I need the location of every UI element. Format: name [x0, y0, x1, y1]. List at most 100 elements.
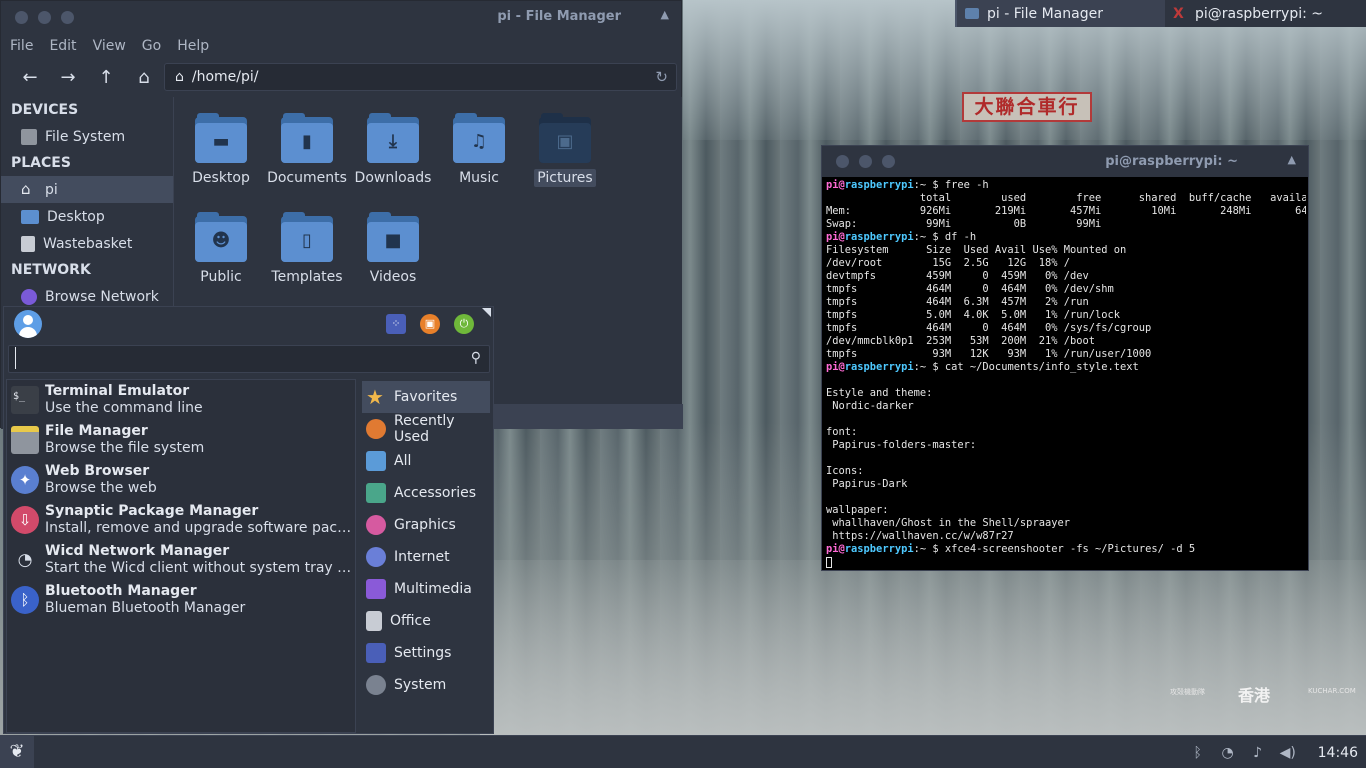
up-arrow-icon[interactable]: ↑ [87, 62, 125, 92]
volume-icon[interactable]: ◀) [1280, 745, 1296, 761]
window-menu-arrow-icon[interactable]: ▲ [1288, 153, 1296, 166]
app-terminal-emulator[interactable]: $_ Terminal Emulator Use the command line [7, 380, 355, 420]
reload-icon[interactable]: ↻ [655, 68, 668, 86]
category-label: Settings [394, 645, 452, 661]
folder-downloads[interactable]: ⤓ Downloads [350, 97, 436, 193]
folder-icon: ♫ [453, 113, 505, 163]
category-recently-used[interactable]: Recently Used [362, 413, 490, 445]
terminal-prompt-line: pi@raspberrypi:~ $ cat ~/Documents/info_… [826, 361, 1139, 373]
folder-icon: ▣ [539, 113, 591, 163]
folder-templates[interactable]: ▯ Templates [264, 196, 350, 292]
back-arrow-icon[interactable]: ← [11, 62, 49, 92]
close-button[interactable] [836, 155, 849, 168]
folder-music[interactable]: ♫ Music [436, 97, 522, 193]
file-manager-titlebar[interactable]: pi - File Manager ▲ [1, 1, 681, 33]
multimedia-icon [366, 579, 386, 599]
home-icon[interactable]: ⌂ [125, 62, 163, 92]
file-manager-icon [11, 426, 39, 454]
sidebar-item-pi[interactable]: ⌂ pi [1, 176, 173, 203]
category-multimedia[interactable]: Multimedia [362, 573, 490, 605]
folder-icon: ▮ [281, 113, 333, 163]
globe-icon [21, 288, 37, 305]
folder-videos[interactable]: ■ Videos [350, 196, 436, 292]
xterm-icon: X [1173, 5, 1184, 22]
bluetooth-icon: ᛒ [11, 586, 39, 614]
app-name: Bluetooth Manager [45, 583, 197, 599]
sidebar-header-network: NETWORK [11, 262, 91, 278]
terminal-cursor [826, 556, 1306, 569]
menu-view[interactable]: View [88, 38, 131, 54]
maximize-button[interactable] [61, 10, 74, 24]
app-name: Web Browser [45, 463, 150, 479]
system-tray: ᛒ ◔ ♪ ◀) 14:46 [1190, 736, 1366, 768]
category-settings[interactable]: Settings [362, 637, 490, 669]
log-out-button[interactable]: ⏻ [454, 314, 474, 334]
app-wicd[interactable]: ◔ Wicd Network Manager Start the Wicd cli… [7, 540, 355, 580]
forward-arrow-icon[interactable]: → [49, 62, 87, 92]
wallpaper-ground [480, 560, 1366, 735]
lock-screen-button[interactable]: ▣ [420, 314, 440, 334]
category-favorites[interactable]: ★ Favorites [362, 381, 490, 413]
category-internet[interactable]: Internet [362, 541, 490, 573]
task-terminal[interactable]: X pi@raspberrypi: ~ [1165, 0, 1366, 27]
sidebar-item-wastebasket[interactable]: Wastebasket [1, 230, 173, 257]
whisker-menu-button[interactable]: ❦ [0, 736, 34, 768]
settings-icon [366, 643, 386, 663]
internet-icon [366, 547, 386, 567]
notification-bell-icon[interactable]: ♪ [1250, 745, 1266, 761]
user-avatar-icon [14, 310, 42, 338]
terminal-titlebar[interactable]: pi@raspberrypi: ~ ▲ [822, 146, 1308, 177]
settings-manager-button[interactable]: ⁘ [386, 314, 406, 334]
folder-desktop[interactable]: ▬ Desktop [178, 97, 264, 193]
app-web-browser[interactable]: ✦ Web Browser Browse the web [7, 460, 355, 500]
package-icon: ⇩ [11, 506, 39, 534]
sidebar-header-devices: DEVICES [11, 102, 79, 118]
menu-edit[interactable]: Edit [44, 38, 81, 54]
clock[interactable]: 14:46 [1318, 745, 1358, 761]
settings-icon: ⁘ [391, 317, 401, 330]
folder-documents[interactable]: ▮ Documents [264, 97, 350, 193]
terminal-command-output: total used free shared buff/cache availa… [826, 192, 1306, 230]
close-button[interactable] [15, 10, 28, 24]
app-synaptic[interactable]: ⇩ Synaptic Package Manager Install, remov… [7, 500, 355, 540]
accessories-icon [366, 483, 386, 503]
bluetooth-icon[interactable]: ᛒ [1190, 745, 1206, 761]
network-icon[interactable]: ◔ [1220, 745, 1236, 761]
category-office[interactable]: Office [362, 605, 490, 637]
folder-public[interactable]: ☻ Public [178, 196, 264, 292]
task-file-manager[interactable]: pi - File Manager [955, 0, 1165, 27]
sidebar-item-desktop[interactable]: Desktop [1, 203, 173, 230]
folder-label: Downloads [354, 170, 432, 186]
app-file-manager[interactable]: File Manager Browse the file system [7, 420, 355, 460]
terminal-output[interactable]: pi@raspberrypi:~ $ free -h total used fr… [826, 179, 1306, 569]
minimize-button[interactable] [38, 10, 51, 24]
desktop-icon [21, 209, 39, 224]
category-graphics[interactable]: Graphics [362, 509, 490, 541]
folder-label: Documents [267, 170, 347, 186]
compass-icon: ✦ [11, 466, 39, 494]
menu-help[interactable]: Help [172, 38, 214, 54]
folder-icon [965, 8, 979, 19]
app-bluetooth-manager[interactable]: ᛒ Bluetooth Manager Blueman Bluetooth Man… [7, 580, 355, 620]
system-icon [366, 675, 386, 695]
minimize-button[interactable] [859, 155, 872, 168]
category-system[interactable]: System [362, 669, 490, 701]
category-accessories[interactable]: Accessories [362, 477, 490, 509]
category-all[interactable]: All [362, 445, 490, 477]
app-name: Synaptic Package Manager [45, 503, 259, 519]
search-icon: ⚲ [470, 350, 481, 366]
maximize-button[interactable] [882, 155, 895, 168]
window-menu-arrow-icon[interactable]: ▲ [661, 8, 669, 21]
menu-go[interactable]: Go [137, 38, 166, 54]
location-bar[interactable]: ⌂ /home/pi/ ↻ [164, 63, 677, 91]
app-name: Wicd Network Manager [45, 543, 230, 559]
app-name: Terminal Emulator [45, 383, 190, 399]
sidebar-item-file-system[interactable]: File System [1, 123, 173, 150]
search-input[interactable] [15, 347, 455, 369]
menu-file[interactable]: File [5, 38, 38, 54]
menubar: File Edit View Go Help [1, 33, 681, 58]
folder-pictures[interactable]: ▣ Pictures [522, 97, 608, 193]
drive-icon [21, 128, 37, 145]
category-label: System [394, 677, 447, 693]
terminal-window: pi@raspberrypi: ~ ▲ pi@raspberrypi:~ $ f… [821, 145, 1309, 571]
